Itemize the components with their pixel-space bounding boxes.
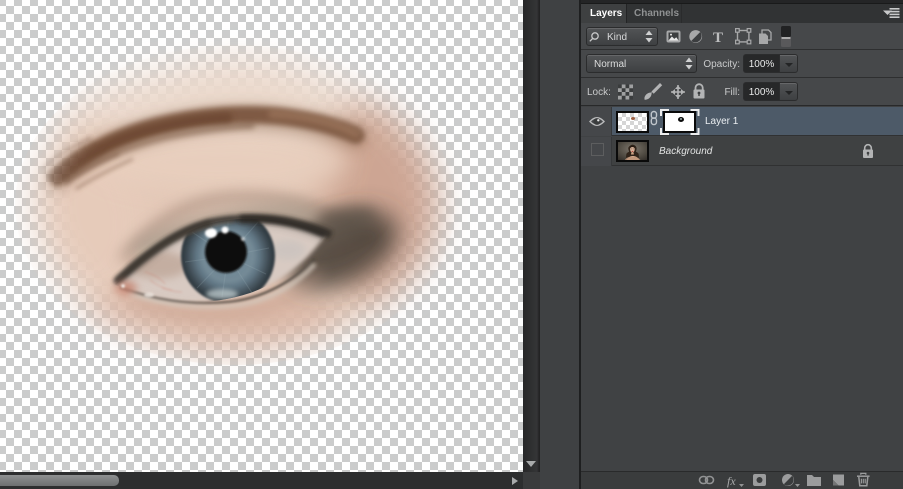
svg-text:T: T	[713, 30, 723, 46]
svg-text:fx: fx	[727, 474, 736, 488]
